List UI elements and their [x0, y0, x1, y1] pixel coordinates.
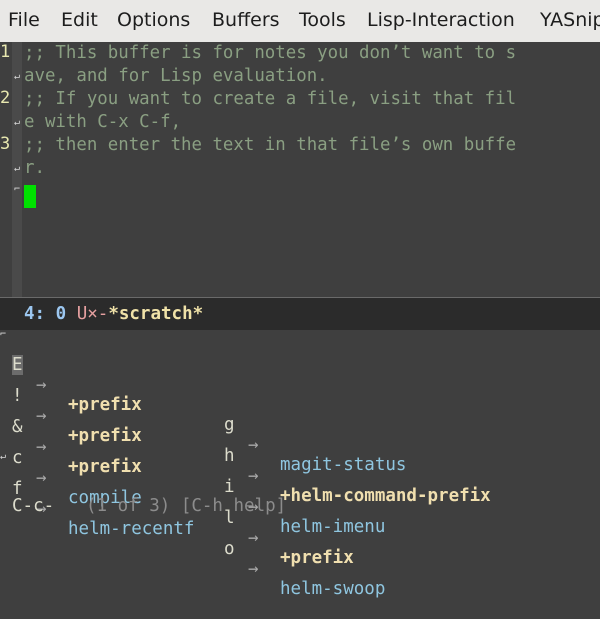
which-key-command[interactable]: helm-recentf — [68, 519, 194, 539]
which-key-row: E → +prefix g → magit-status — [0, 335, 406, 475]
which-key-command[interactable]: magit-status — [280, 455, 406, 475]
menu-edit[interactable]: Edit — [61, 9, 98, 31]
line-number: 2 — [0, 88, 11, 108]
code-line: r. — [24, 158, 45, 178]
menu-options[interactable]: Options — [117, 9, 190, 31]
code-line: ;; This buffer is for notes you don’t wa… — [24, 43, 517, 63]
menu-file[interactable]: File — [8, 9, 40, 31]
code-line: ;; If you want to create a file, visit t… — [24, 89, 517, 109]
mode-line[interactable]: 4: 0 U×-*scratch* — [0, 297, 600, 330]
which-key-command[interactable]: +prefix — [68, 457, 142, 477]
which-key-panel: ⌐ ↵ E → +prefix g → magit-status ! → +pr… — [0, 330, 600, 600]
which-key-key[interactable]: o — [224, 539, 235, 559]
code-line: ave, and for Lisp evaluation. — [24, 66, 328, 86]
which-key-command[interactable]: +prefix — [280, 548, 354, 568]
menu-tools[interactable]: Tools — [299, 9, 346, 31]
buffer-boundary-icon: ⌐ — [14, 184, 21, 195]
cursor-position: 4: 0 — [24, 304, 67, 324]
arrow-icon: → — [248, 435, 259, 455]
echo-area: C-c- (1 of 3) [C-h help] — [0, 492, 600, 520]
line-number-gutter: 1 2 3 — [0, 42, 12, 297]
which-key-row: f → helm-recentf o → helm-swoop — [0, 459, 385, 599]
which-key-key[interactable]: h — [224, 446, 235, 466]
arrow-icon: → — [248, 559, 259, 579]
key-prefix: C-c- — [12, 496, 55, 516]
which-key-command[interactable]: helm-swoop — [280, 579, 385, 599]
menu-bar: File Edit Options Buffers Tools Lisp-Int… — [0, 0, 600, 42]
which-key-row: ! → +prefix h → +helm-command-prefix — [0, 366, 491, 506]
arrow-icon: → — [248, 528, 259, 548]
continuation-marker-icon: ↵ — [14, 163, 21, 174]
which-key-command[interactable]: +prefix — [68, 395, 142, 415]
which-key-command[interactable]: helm-imenu — [280, 517, 385, 537]
continuation-marker-icon: ↵ — [14, 71, 21, 82]
which-key-command[interactable]: +prefix — [68, 426, 142, 446]
which-key-page-info: (1 of 3) [C-h help] — [86, 496, 287, 516]
menu-lisp-interaction[interactable]: Lisp-Interaction — [367, 9, 515, 31]
mode-line-text: 4: 0 U×-*scratch* — [24, 304, 203, 324]
which-key-row: & → +prefix i → helm-imenu — [0, 397, 385, 537]
code-line: e with C-x C-f, — [24, 112, 182, 132]
text-cursor — [24, 185, 36, 208]
buffer-name: *scratch* — [108, 304, 204, 324]
continuation-marker-icon: ↵ — [14, 117, 21, 128]
line-number: 1 — [0, 42, 11, 62]
editor-buffer[interactable]: 1 2 3 ↵ ↵ ↵ ⌐ ;; This buffer is for note… — [0, 42, 600, 297]
which-key-key[interactable]: g — [224, 415, 235, 435]
line-number: 3 — [0, 134, 11, 154]
which-key-row: c → compile l → +prefix — [0, 428, 354, 568]
arrow-icon: → — [248, 466, 259, 486]
buffer-status-flags: U×- — [76, 304, 109, 324]
menu-buffers[interactable]: Buffers — [212, 9, 280, 31]
menu-yasnippet[interactable]: YASnip — [540, 9, 600, 31]
code-line: ;; then enter the text in that file’s ow… — [24, 135, 517, 155]
